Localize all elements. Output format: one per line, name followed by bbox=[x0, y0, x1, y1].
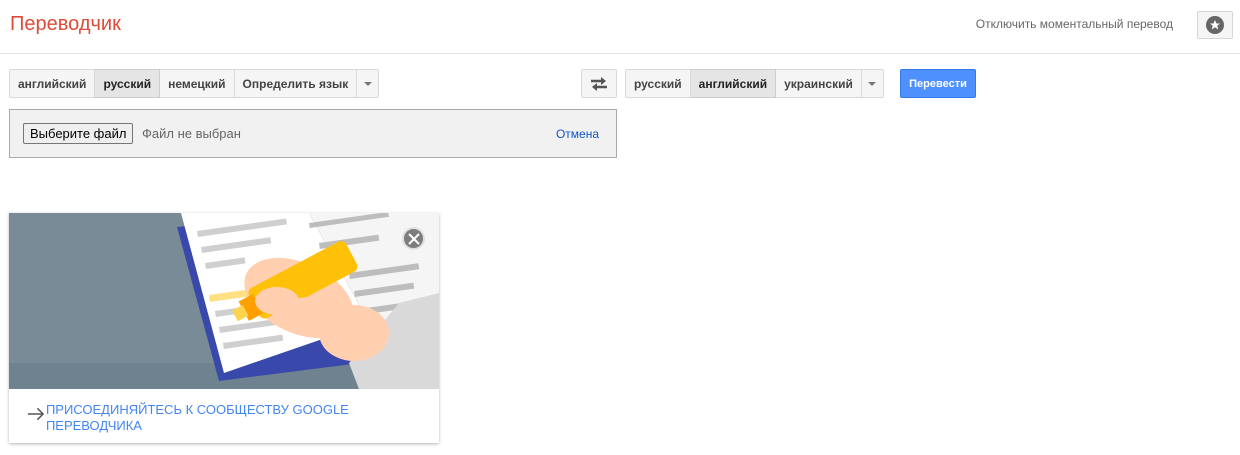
join-community-link[interactable]: ПРИСОЕДИНЯЙТЕСЬ К СООБЩЕСТВУ GOOGLE ПЕРЕ… bbox=[27, 402, 427, 434]
promo-illustration bbox=[9, 213, 439, 389]
arrow-right-icon bbox=[27, 407, 45, 421]
chevron-down-icon bbox=[868, 81, 877, 86]
choose-file-button[interactable]: Выберите файл bbox=[23, 123, 134, 144]
target-language-bar: русский английский украинский bbox=[625, 69, 884, 98]
target-lang-ukrainian[interactable]: украинский bbox=[776, 69, 862, 98]
close-icon bbox=[407, 232, 420, 245]
source-lang-german[interactable]: немецкий bbox=[160, 69, 235, 98]
source-lang-english[interactable]: английский bbox=[9, 69, 96, 98]
instant-translation-toggle[interactable]: Отключить моментальный перевод bbox=[976, 17, 1173, 31]
star-icon bbox=[1206, 16, 1224, 34]
swap-languages-icon bbox=[591, 76, 607, 91]
chevron-down-icon bbox=[363, 81, 372, 86]
source-lang-detect[interactable]: Определить язык bbox=[234, 69, 358, 98]
file-upload-panel: Выберите файл Файл не выбран Отмена bbox=[9, 109, 617, 158]
target-lang-dropdown[interactable] bbox=[861, 69, 884, 98]
source-language-bar: английский русский немецкий Определить я… bbox=[9, 69, 380, 98]
swap-languages-button[interactable] bbox=[581, 69, 617, 98]
source-lang-russian[interactable]: русский bbox=[95, 69, 161, 98]
app-title[interactable]: Переводчик bbox=[10, 13, 121, 36]
join-community-text[interactable]: ПРИСОЕДИНЯЙТЕСЬ К СООБЩЕСТВУ GOOGLE ПЕРЕ… bbox=[46, 402, 427, 434]
community-promo-card: ПРИСОЕДИНЯЙТЕСЬ К СООБЩЕСТВУ GOOGLE ПЕРЕ… bbox=[9, 213, 439, 443]
source-lang-dropdown[interactable] bbox=[357, 69, 380, 98]
target-lang-russian[interactable]: русский bbox=[625, 69, 691, 98]
target-lang-english[interactable]: английский bbox=[690, 69, 777, 98]
header-bar: Переводчик Отключить моментальный перево… bbox=[0, 0, 1240, 54]
starred-button[interactable] bbox=[1197, 11, 1233, 39]
close-promo-button[interactable] bbox=[402, 227, 425, 250]
translate-button[interactable]: Перевести bbox=[900, 69, 976, 98]
cancel-link[interactable]: Отмена bbox=[556, 127, 599, 141]
file-status: Файл не выбран bbox=[142, 126, 241, 141]
